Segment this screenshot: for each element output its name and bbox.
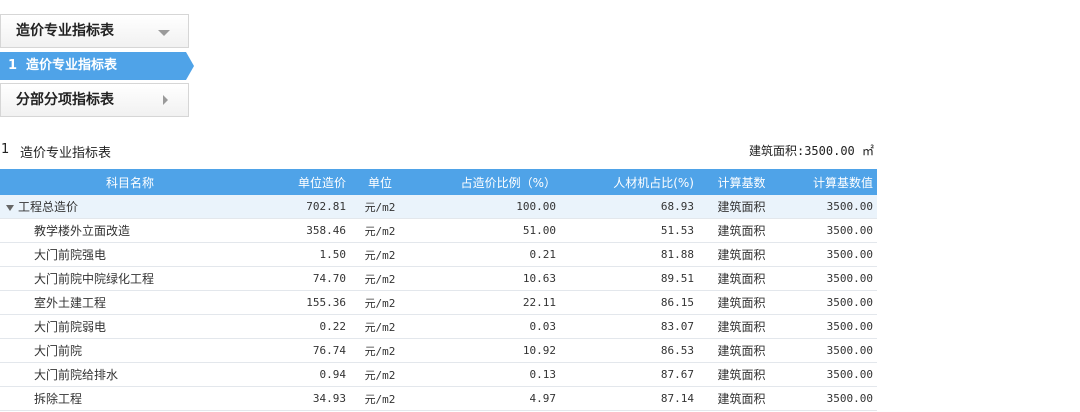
cell-calc-base-value: 3500.00: [785, 314, 877, 339]
cell-cost-ratio: 10.63: [410, 266, 560, 291]
cell-cost-ratio: 10.92: [410, 338, 560, 363]
cell-calc-base-value: 3500.00: [785, 290, 877, 315]
cell-unit: 元/m2: [350, 290, 410, 315]
cell-subject: 大门前院中院绿化工程: [0, 266, 260, 291]
cell-labor-ratio: 87.67: [560, 362, 698, 387]
nav-header-label: 造价专业指标表: [16, 23, 114, 39]
table-caption: 1 造价专业指标表 建筑面积:3500.00 ㎡: [0, 142, 876, 161]
table-row[interactable]: 教学楼外立面改造 358.46 元/m2 51.00 51.53 建筑面积 3500.00: [0, 218, 877, 243]
cell-unit: 元/m2: [350, 338, 410, 363]
table-row[interactable]: 大门前院强电 1.50 元/m2 0.21 81.88 建筑面积 3500.00: [0, 242, 877, 267]
cell-unit: 元/m2: [350, 242, 410, 267]
cell-cost-ratio: 0.03: [410, 314, 560, 339]
cell-calc-base-value: 3500.00: [785, 195, 877, 219]
cell-unit-cost: 0.22: [260, 314, 350, 339]
cell-subject: 大门前院弱电: [0, 314, 260, 339]
col-header-labor-ratio[interactable]: 人材机占比(%): [560, 169, 698, 195]
side-nav: 造价专业指标表 1 造价专业指标表 分部分项指标表: [0, 14, 194, 117]
table-row[interactable]: 大门前院 76.74 元/m2 10.92 86.53 建筑面积 3500.00: [0, 338, 877, 363]
cell-unit-cost: 76.74: [260, 338, 350, 363]
cell-calc-base-value: 3500.00: [785, 386, 877, 411]
cell-cost-ratio: 0.13: [410, 362, 560, 387]
chevron-right-icon[interactable]: [163, 95, 168, 105]
cell-calc-base-value: 3500.00: [785, 338, 877, 363]
cell-calc-base: 建筑面积: [698, 218, 785, 243]
cell-calc-base-value: 3500.00: [785, 362, 877, 387]
cell-calc-base-value: 3500.00: [785, 218, 877, 243]
nav-item-index: 1: [8, 58, 18, 73]
cell-subject: 大门前院强电: [0, 242, 260, 267]
cell-labor-ratio: 86.15: [560, 290, 698, 315]
nav-header-cost-index[interactable]: 造价专业指标表: [0, 14, 189, 48]
cell-unit: 元/m2: [350, 195, 410, 219]
building-area-label: 建筑面积:3500.00 ㎡: [748, 144, 874, 158]
collapse-triangle-icon[interactable]: [6, 204, 14, 211]
cell-calc-base: 建筑面积: [698, 386, 785, 411]
cell-calc-base: 建筑面积: [698, 314, 785, 339]
cell-labor-ratio: 86.53: [560, 338, 698, 363]
cell-unit-cost: 702.81: [260, 195, 350, 219]
cell-subject-text: 工程总造价: [18, 200, 79, 214]
chevron-down-icon[interactable]: [158, 30, 170, 36]
cell-unit: 元/m2: [350, 218, 410, 243]
cell-unit-cost: 0.94: [260, 362, 350, 387]
cell-subject: 拆除工程: [0, 386, 260, 411]
cell-subject: 教学楼外立面改造: [0, 218, 260, 243]
cell-calc-base: 建筑面积: [698, 266, 785, 291]
nav-item-cost-index[interactable]: 1 造价专业指标表: [0, 52, 194, 80]
cell-cost-ratio: 51.00: [410, 218, 560, 243]
cell-labor-ratio: 81.88: [560, 242, 698, 267]
cell-unit-cost: 155.36: [260, 290, 350, 315]
cell-calc-base: 建筑面积: [698, 242, 785, 267]
cell-unit: 元/m2: [350, 266, 410, 291]
cell-cost-ratio: 100.00: [410, 195, 560, 219]
cell-subject: 大门前院: [0, 338, 260, 363]
nav-item-subitem-index[interactable]: 分部分项指标表: [0, 83, 189, 117]
cell-labor-ratio: 83.07: [560, 314, 698, 339]
cell-calc-base-value: 3500.00: [785, 242, 877, 267]
cell-unit-cost: 1.50: [260, 242, 350, 267]
cell-subject: 大门前院给排水: [0, 362, 260, 387]
cell-cost-ratio: 0.21: [410, 242, 560, 267]
caption-title: 造价专业指标表: [20, 146, 112, 161]
cell-cost-ratio: 22.11: [410, 290, 560, 315]
table-row[interactable]: 大门前院中院绿化工程 74.70 元/m2 10.63 89.51 建筑面积 3500.00: [0, 266, 877, 291]
cost-index-table: 科目名称 单位造价 单位 占造价比例（%） 人材机占比(%) 计算基数 计算基数…: [0, 169, 877, 411]
cell-unit-cost: 74.70: [260, 266, 350, 291]
table-row-total[interactable]: 工程总造价 702.81 元/m2 100.00 68.93 建筑面积 3500…: [0, 195, 877, 219]
cell-cost-ratio: 4.97: [410, 386, 560, 411]
cell-calc-base: 建筑面积: [698, 338, 785, 363]
cell-labor-ratio: 51.53: [560, 218, 698, 243]
cell-unit: 元/m2: [350, 362, 410, 387]
cell-unit: 元/m2: [350, 386, 410, 411]
cell-subject: 工程总造价: [0, 195, 260, 219]
col-header-subject[interactable]: 科目名称: [0, 169, 260, 195]
cell-calc-base: 建筑面积: [698, 362, 785, 387]
cell-unit-cost: 358.46: [260, 218, 350, 243]
caption-index: 1: [1, 142, 10, 157]
cell-labor-ratio: 89.51: [560, 266, 698, 291]
col-header-calc-base-value[interactable]: 计算基数值: [785, 169, 877, 195]
table-row[interactable]: 大门前院给排水 0.94 元/m2 0.13 87.67 建筑面积 3500.00: [0, 362, 877, 387]
cell-labor-ratio: 68.93: [560, 195, 698, 219]
nav-item-label: 分部分项指标表: [16, 92, 114, 108]
cell-calc-base: 建筑面积: [698, 290, 785, 315]
col-header-unit[interactable]: 单位: [350, 169, 410, 195]
cell-calc-base-value: 3500.00: [785, 266, 877, 291]
cell-calc-base: 建筑面积: [698, 195, 785, 219]
cell-unit-cost: 34.93: [260, 386, 350, 411]
cell-unit: 元/m2: [350, 314, 410, 339]
table-header-row: 科目名称 单位造价 单位 占造价比例（%） 人材机占比(%) 计算基数 计算基数…: [0, 169, 877, 195]
table-row[interactable]: 大门前院弱电 0.22 元/m2 0.03 83.07 建筑面积 3500.00: [0, 314, 877, 339]
cell-subject: 室外土建工程: [0, 290, 260, 315]
col-header-calc-base[interactable]: 计算基数: [698, 169, 785, 195]
table-row[interactable]: 室外土建工程 155.36 元/m2 22.11 86.15 建筑面积 3500.00: [0, 290, 877, 315]
col-header-unit-cost[interactable]: 单位造价: [260, 169, 350, 195]
table-row[interactable]: 拆除工程 34.93 元/m2 4.97 87.14 建筑面积 3500.00: [0, 386, 877, 411]
col-header-cost-ratio[interactable]: 占造价比例（%）: [410, 169, 560, 195]
nav-item-label: 造价专业指标表: [26, 58, 118, 73]
cell-labor-ratio: 87.14: [560, 386, 698, 411]
